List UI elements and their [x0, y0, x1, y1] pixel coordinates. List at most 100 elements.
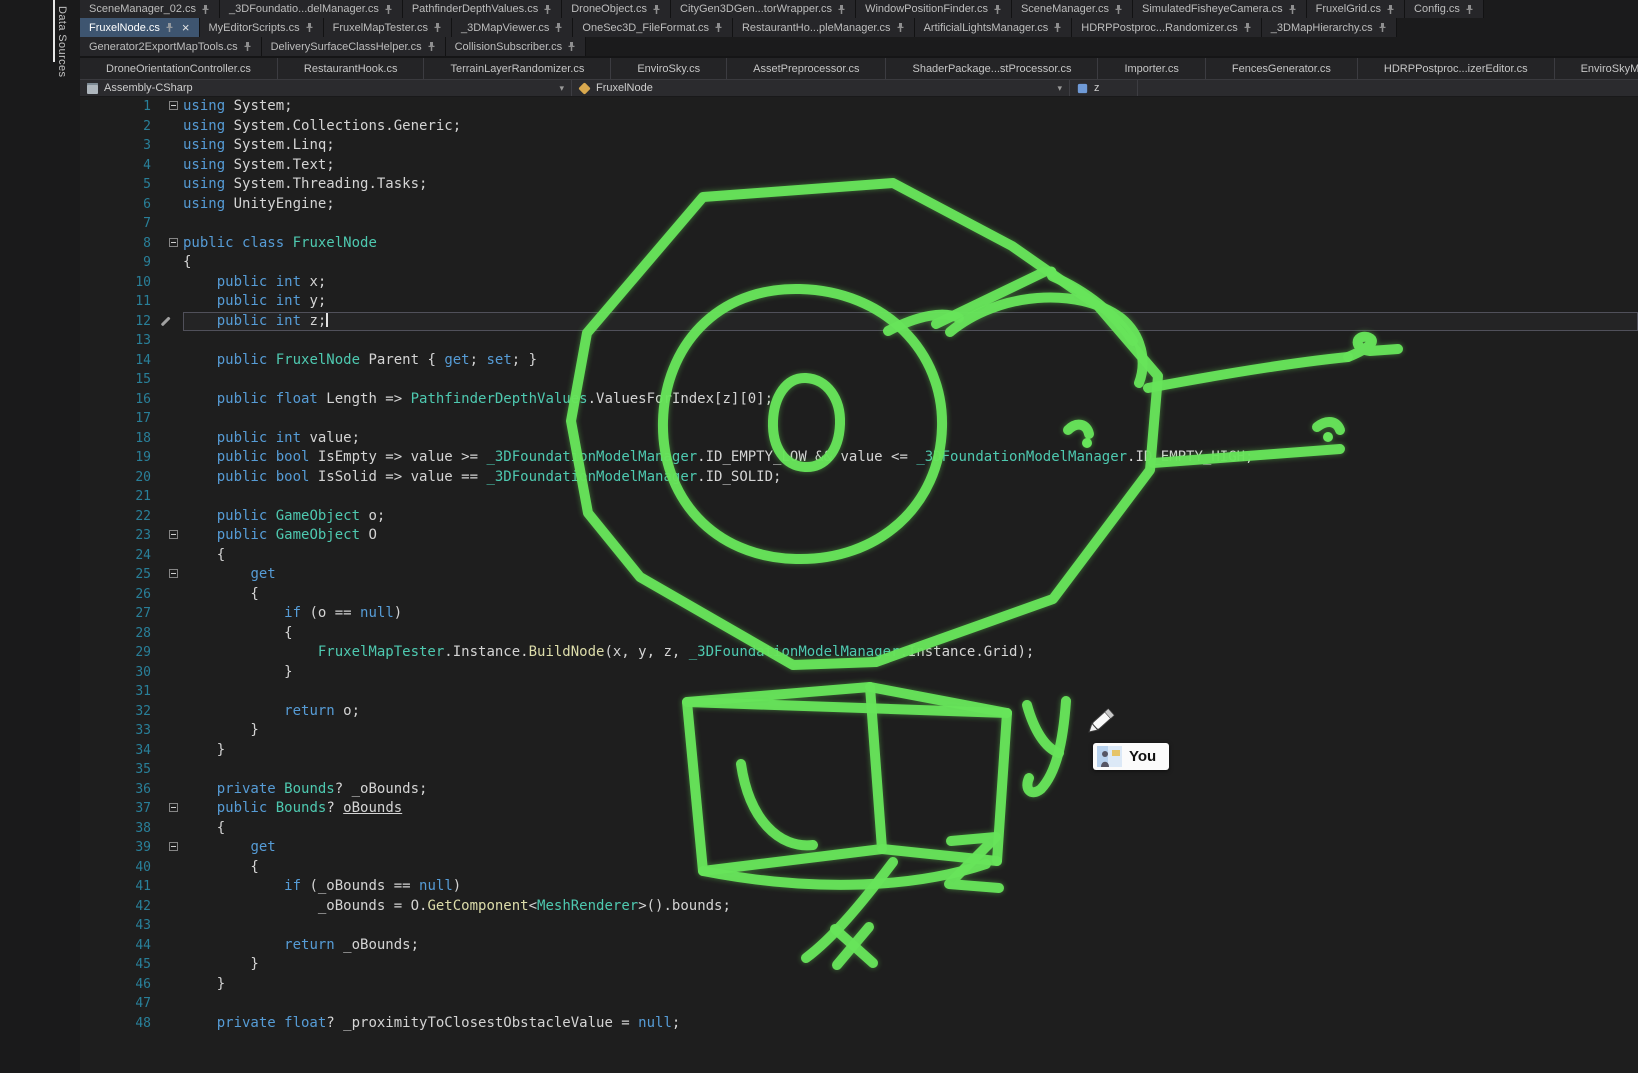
- code-line[interactable]: 30 }: [80, 663, 1638, 683]
- code-line[interactable]: 34 }: [80, 741, 1638, 761]
- code-line[interactable]: 9{: [80, 253, 1638, 273]
- tab-envirosky-cs[interactable]: EnviroSky.cs: [611, 58, 727, 79]
- tab-fruxelmaptester-cs[interactable]: FruxelMapTester.cs: [324, 18, 452, 37]
- member-dropdown[interactable]: z: [1070, 80, 1138, 96]
- tab-scenemanager-02-cs[interactable]: SceneManager_02.cs: [80, 0, 220, 18]
- code-line[interactable]: 41 if (_oBounds == null): [80, 877, 1638, 897]
- data-sources-tool-tab[interactable]: Data Sources: [56, 6, 68, 77]
- code-line[interactable]: 28 {: [80, 624, 1638, 644]
- tab--3dmapviewer-cs[interactable]: _3DMapViewer.cs: [452, 18, 573, 37]
- tab--3dfoundatio-delmanager-cs[interactable]: _3DFoundatio...delManager.cs: [220, 0, 403, 18]
- tab-deliverysurfaceclasshelper-cs[interactable]: DeliverySurfaceClassHelper.cs: [262, 37, 446, 56]
- tab-fencesgenerator-cs[interactable]: FencesGenerator.cs: [1206, 58, 1358, 79]
- code-line[interactable]: 37 public Bounds? oBounds: [80, 799, 1638, 819]
- fold-collapse-icon[interactable]: [169, 569, 178, 578]
- code-line[interactable]: 20 public bool IsSolid => value == _3DFo…: [80, 468, 1638, 488]
- tab-fruxelgrid-cs[interactable]: FruxelGrid.cs: [1307, 0, 1405, 18]
- code-line[interactable]: 4using System.Text;: [80, 156, 1638, 176]
- code-line[interactable]: 22 public GameObject o;: [80, 507, 1638, 527]
- code-line[interactable]: 5using System.Threading.Tasks;: [80, 175, 1638, 195]
- code-line[interactable]: 40 {: [80, 858, 1638, 878]
- code-editor[interactable]: 1using System;2using System.Collections.…: [80, 97, 1638, 1073]
- tab-droneorientationcontroller-cs[interactable]: DroneOrientationController.cs: [80, 58, 278, 79]
- tab-close-icon[interactable]: ×: [182, 21, 190, 34]
- code-line[interactable]: 47: [80, 994, 1638, 1014]
- code-line[interactable]: 25 get: [80, 565, 1638, 585]
- code-line[interactable]: 46 }: [80, 975, 1638, 995]
- type-dropdown[interactable]: FruxelNode ▾: [572, 80, 1070, 96]
- tab-droneobject-cs[interactable]: DroneObject.cs: [562, 0, 671, 18]
- code-line[interactable]: 48 private float? _proximityToClosestObs…: [80, 1014, 1638, 1034]
- tab-hdrppostproc-randomizer-cs[interactable]: HDRPPostproc...Randomizer.cs: [1072, 18, 1262, 37]
- fold-collapse-icon[interactable]: [169, 803, 178, 812]
- tab-restaurantho-plemanager-cs[interactable]: RestaurantHo...pleManager.cs: [733, 18, 915, 37]
- tab-generator2exportmaptools-cs[interactable]: Generator2ExportMapTools.cs: [80, 37, 262, 56]
- code-line[interactable]: 31: [80, 682, 1638, 702]
- tab-enviroskymgr-cs[interactable]: EnviroSkyMgr.cs: [1555, 58, 1638, 79]
- code-line[interactable]: 23 public GameObject O: [80, 526, 1638, 546]
- tab--3dmaphierarchy-cs[interactable]: _3DMapHierarchy.cs: [1262, 18, 1397, 37]
- code-line[interactable]: 12 public int z;: [80, 312, 1638, 332]
- tab-onesec3d-fileformat-cs[interactable]: OneSec3D_FileFormat.cs: [573, 18, 733, 37]
- code-line[interactable]: 24 {: [80, 546, 1638, 566]
- tab-label: SceneManager_02.cs: [89, 3, 196, 15]
- code-line[interactable]: 19 public bool IsEmpty => value >= _3DFo…: [80, 448, 1638, 468]
- code-line[interactable]: 39 get: [80, 838, 1638, 858]
- tab-collisionsubscriber-cs[interactable]: CollisionSubscriber.cs: [446, 37, 587, 56]
- code-text: {: [183, 253, 1638, 273]
- tab-windowpositionfinder-cs[interactable]: WindowPositionFinder.cs: [856, 0, 1012, 18]
- fold-collapse-icon[interactable]: [169, 530, 178, 539]
- code-line[interactable]: 43: [80, 916, 1638, 936]
- fold-collapse-icon[interactable]: [169, 842, 178, 851]
- tab-config-cs[interactable]: Config.cs: [1405, 0, 1484, 18]
- tab-citygen3dgen-torwrapper-cs[interactable]: CityGen3DGen...torWrapper.cs: [671, 0, 856, 18]
- tab-hdrppostproc-izereditor-cs[interactable]: HDRPPostproc...izerEditor.cs: [1358, 58, 1555, 79]
- tab-shaderpackage-stprocessor-cs[interactable]: ShaderPackage...stProcessor.cs: [886, 58, 1098, 79]
- project-dropdown[interactable]: Assembly-CSharp ▾: [80, 80, 572, 96]
- code-line[interactable]: 6using UnityEngine;: [80, 195, 1638, 215]
- code-line[interactable]: 1using System;: [80, 97, 1638, 117]
- code-line[interactable]: 29 FruxelMapTester.Instance.BuildNode(x,…: [80, 643, 1638, 663]
- line-number: 31: [80, 682, 155, 702]
- line-number: 4: [80, 156, 155, 176]
- code-line[interactable]: 17: [80, 409, 1638, 429]
- code-line[interactable]: 44 return _oBounds;: [80, 936, 1638, 956]
- code-line[interactable]: 11 public int y;: [80, 292, 1638, 312]
- fold-collapse-icon[interactable]: [169, 101, 178, 110]
- fold-collapse-icon[interactable]: [169, 238, 178, 247]
- code-line[interactable]: 3using System.Linq;: [80, 136, 1638, 156]
- code-line[interactable]: 33 }: [80, 721, 1638, 741]
- code-line[interactable]: 15: [80, 370, 1638, 390]
- tab-fruxelnode-cs[interactable]: FruxelNode.cs×: [80, 18, 200, 37]
- code-line[interactable]: 26 {: [80, 585, 1638, 605]
- line-number: 10: [80, 273, 155, 293]
- code-line[interactable]: 21: [80, 487, 1638, 507]
- code-line[interactable]: 16 public float Length => PathfinderDept…: [80, 390, 1638, 410]
- tab-assetpreprocessor-cs[interactable]: AssetPreprocessor.cs: [727, 58, 886, 79]
- code-line[interactable]: 35: [80, 760, 1638, 780]
- code-line[interactable]: 18 public int value;: [80, 429, 1638, 449]
- code-line[interactable]: 7: [80, 214, 1638, 234]
- tab-restauranthook-cs[interactable]: RestaurantHook.cs: [278, 58, 425, 79]
- code-line[interactable]: 10 public int x;: [80, 273, 1638, 293]
- tab-simulatedfisheyecamera-cs[interactable]: SimulatedFisheyeCamera.cs: [1133, 0, 1307, 18]
- tab-terrainlayerrandomizer-cs[interactable]: TerrainLayerRandomizer.cs: [424, 58, 611, 79]
- pin-icon: [567, 41, 576, 52]
- tab-scenemanager-cs[interactable]: SceneManager.cs: [1012, 0, 1133, 18]
- tab-artificiallightsmanager-cs[interactable]: ArtificialLightsManager.cs: [915, 18, 1073, 37]
- tab-myeditorscripts-cs[interactable]: MyEditorScripts.cs: [200, 18, 324, 37]
- code-line[interactable]: 38 {: [80, 819, 1638, 839]
- code-line[interactable]: 36 private Bounds? _oBounds;: [80, 780, 1638, 800]
- code-line[interactable]: 27 if (o == null): [80, 604, 1638, 624]
- code-line[interactable]: 8public class FruxelNode: [80, 234, 1638, 254]
- code-line[interactable]: 13: [80, 331, 1638, 351]
- line-number: 3: [80, 136, 155, 156]
- code-line[interactable]: 14 public FruxelNode Parent { get; set; …: [80, 351, 1638, 371]
- code-text: public int z;: [183, 312, 1638, 332]
- code-line[interactable]: 45 }: [80, 955, 1638, 975]
- code-line[interactable]: 42 _oBounds = O.GetComponent<MeshRendere…: [80, 897, 1638, 917]
- code-line[interactable]: 2using System.Collections.Generic;: [80, 117, 1638, 137]
- tab-importer-cs[interactable]: Importer.cs: [1098, 58, 1205, 79]
- code-line[interactable]: 32 return o;: [80, 702, 1638, 722]
- tab-pathfinderdepthvalues-cs[interactable]: PathfinderDepthValues.cs: [403, 0, 562, 18]
